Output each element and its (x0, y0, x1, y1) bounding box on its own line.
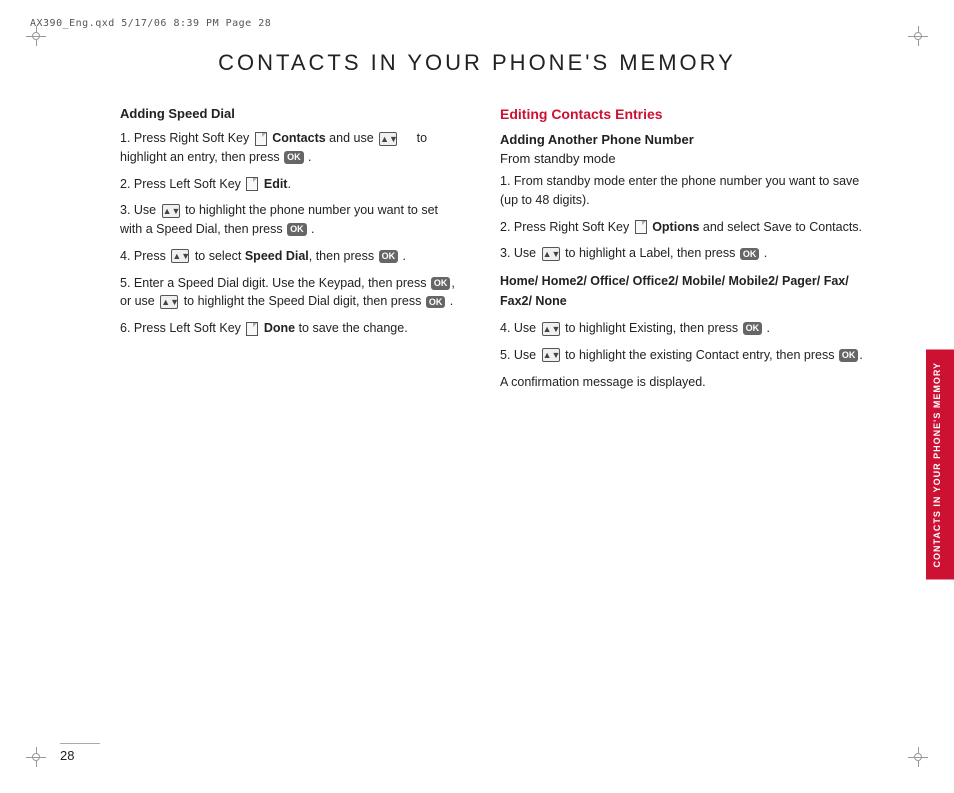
nav-icon-r5: ▲▼ (542, 348, 560, 362)
step-2: 2. Press Left Soft Key Edit. (120, 175, 460, 194)
page-container: AX390_Eng.qxd 5/17/06 8:39 PM Page 28 CO… (0, 0, 954, 793)
ok-icon-3: OK (287, 223, 307, 236)
nav-icon-4: ▲▼ (171, 249, 189, 263)
ok-icon-r4: OK (743, 322, 763, 335)
left-step-list: 1. Press Right Soft Key Contacts and use… (120, 129, 460, 338)
crosshair-tl (26, 26, 46, 46)
print-info: AX390_Eng.qxd 5/17/06 8:39 PM Page 28 (30, 18, 271, 29)
content-area: Adding Speed Dial 1. Press Right Soft Ke… (120, 106, 874, 399)
label-options-text: Home/ Home2/ Office/ Office2/ Mobile/ Mo… (500, 271, 874, 311)
left-section-heading: Adding Speed Dial (120, 106, 460, 121)
ok-icon-5b: OK (426, 296, 446, 309)
crosshair-br (908, 747, 928, 767)
doc-icon-r2 (635, 220, 647, 234)
nav-icon-3: ▲▼ (162, 204, 180, 218)
ok-icon-4: OK (379, 250, 399, 263)
r-step-5: 5. Use ▲▼ to highlight the existing Cont… (500, 346, 874, 365)
r-step-4: 4. Use ▲▼ to highlight Existing, then pr… (500, 319, 874, 338)
r-step-2: 2. Press Right Soft Key Options and sele… (500, 218, 874, 237)
ok-icon-r3: OK (740, 248, 760, 261)
step-1: 1. Press Right Soft Key Contacts and use… (120, 129, 460, 167)
nav-icon-r4: ▲▼ (542, 322, 560, 336)
step-5: 5. Enter a Speed Dial digit. Use the Key… (120, 274, 460, 312)
right-step-list: 1. From standby mode enter the phone num… (500, 172, 874, 391)
nav-icon-1: ▲▼ (379, 132, 397, 146)
nav-icon-5: ▲▼ (160, 295, 178, 309)
ok-icon-1: OK (284, 151, 304, 164)
ok-icon-5a: OK (431, 277, 451, 290)
adding-another-heading: Adding Another Phone Number (500, 132, 874, 147)
r-confirmation: A confirmation message is displayed. (500, 373, 874, 392)
crosshair-bl (26, 747, 46, 767)
doc-icon-2 (246, 177, 258, 191)
doc-icon-6 (246, 322, 258, 336)
step-4: 4. Press ▲▼ to select Speed Dial, then p… (120, 247, 460, 266)
r-label-list: Home/ Home2/ Office/ Office2/ Mobile/ Mo… (500, 271, 874, 311)
r-step-1: 1. From standby mode enter the phone num… (500, 172, 874, 210)
confirmation-text: A confirmation message is displayed. (500, 373, 874, 392)
right-column: Editing Contacts Entries Adding Another … (500, 106, 874, 399)
left-column: Adding Speed Dial 1. Press Right Soft Ke… (120, 106, 460, 399)
step-3: 3. Use ▲▼ to highlight the phone number … (120, 201, 460, 239)
page-title: CONTACTS IN YOUR PHONE'S MEMORY (60, 50, 894, 76)
nav-icon-r3: ▲▼ (542, 247, 560, 261)
right-section-heading: Editing Contacts Entries (500, 106, 874, 122)
crosshair-tr (908, 26, 928, 46)
ok-icon-r5: OK (839, 349, 859, 362)
step-6: 6. Press Left Soft Key Done to save the … (120, 319, 460, 338)
from-standby-label: From standby mode (500, 151, 874, 166)
side-tab: CONTACTS IN YOUR PHONE'S MEMORY (926, 350, 954, 580)
r-step-3: 3. Use ▲▼ to highlight a Label, then pre… (500, 244, 874, 263)
doc-icon-1 (255, 132, 267, 146)
page-number: 28 (60, 743, 100, 763)
